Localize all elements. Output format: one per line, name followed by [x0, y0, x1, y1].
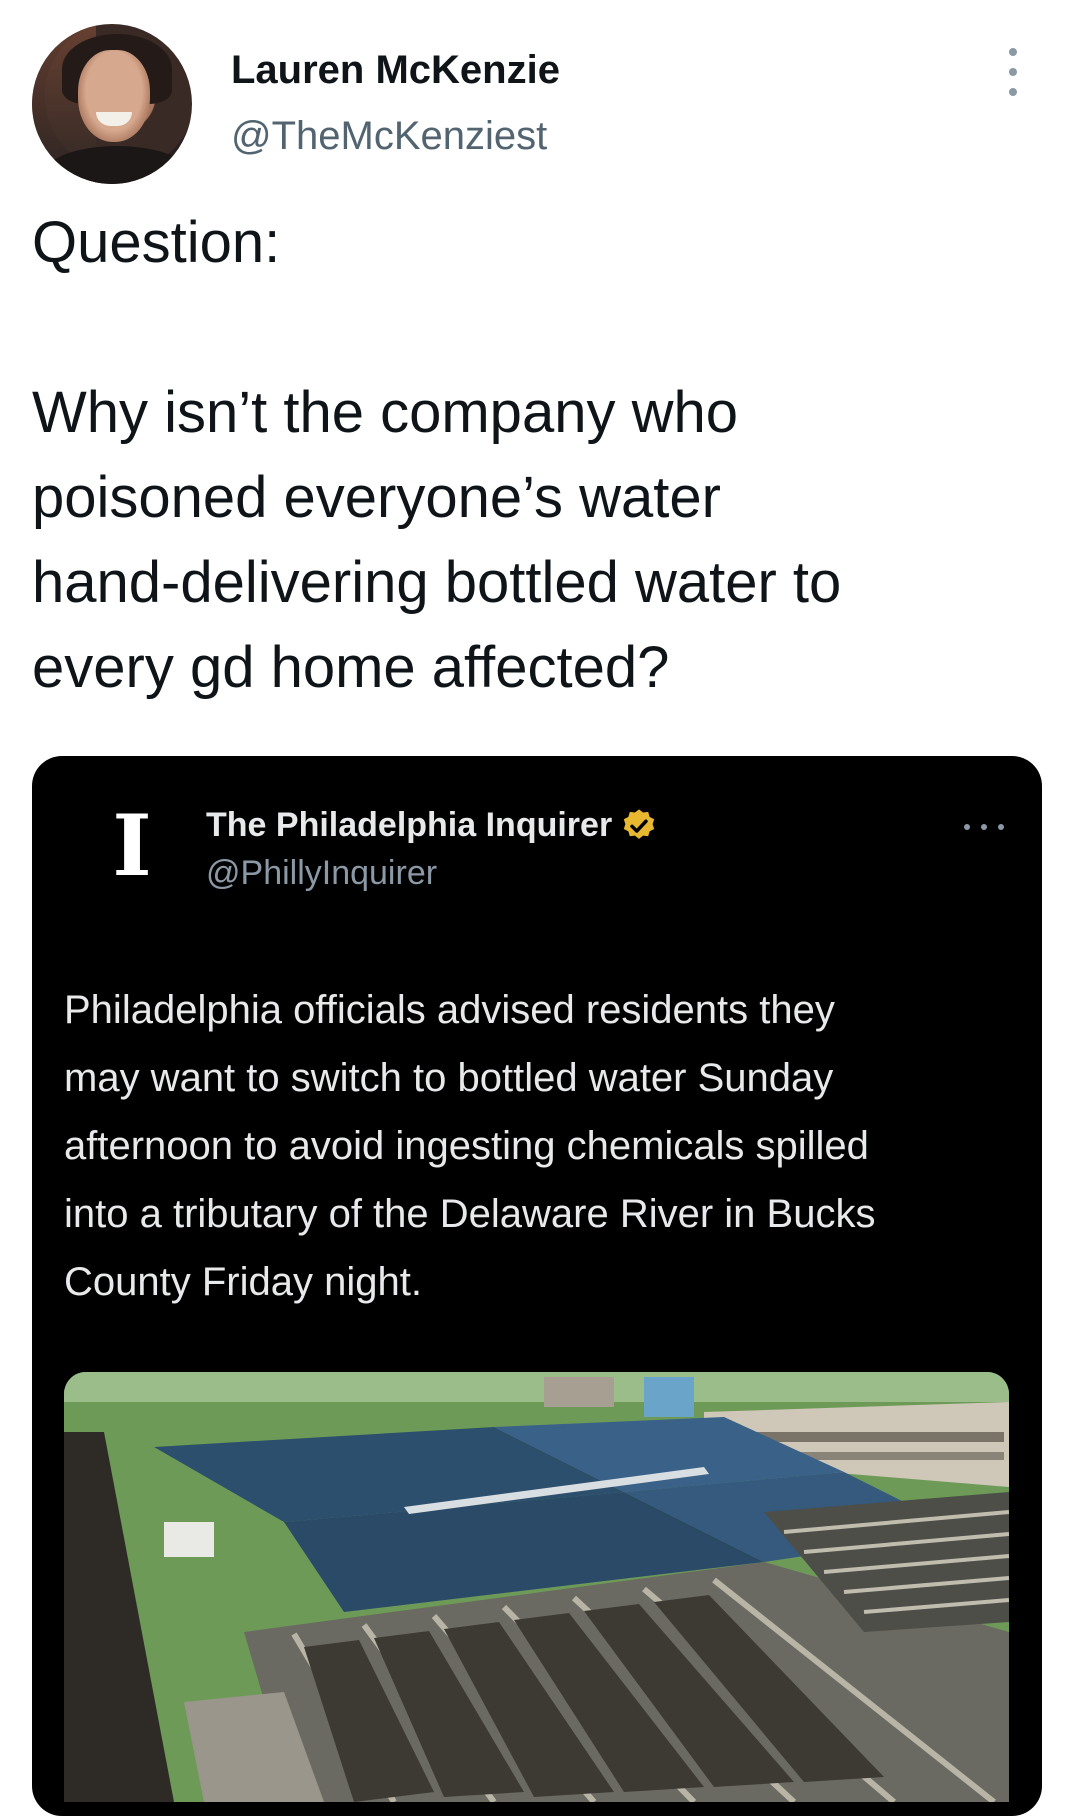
quoted-tweet-text: Philadelphia officials advised residents…	[64, 976, 1024, 1316]
author-handle[interactable]: @TheMcKenziest	[231, 114, 547, 159]
inquirer-logo: I	[112, 796, 152, 895]
quoted-author-handle[interactable]: @PhillyInquirer	[206, 854, 437, 893]
more-options-icon[interactable]	[998, 48, 1028, 96]
quoted-tweet[interactable]: I The Philadelphia Inquirer @PhillyInqui…	[32, 756, 1042, 1816]
quoted-author-name[interactable]: The Philadelphia Inquirer	[206, 806, 612, 845]
tweet: Lauren McKenzie @TheMcKenziest Question:…	[0, 0, 1075, 1816]
quoted-text-line: into a tributary of the Delaware River i…	[64, 1192, 876, 1236]
water-treatment-plant-photo[interactable]	[64, 1372, 1009, 1802]
tweet-text-line: hand-delivering bottled water to	[32, 550, 842, 615]
tweet-text-line: every gd home affected?	[32, 635, 670, 700]
quoted-text-line: afternoon to avoid ingesting chemicals s…	[64, 1124, 869, 1168]
tweet-text-line: Why isn’t the company who	[32, 380, 738, 445]
quoted-text-line: Philadelphia officials advised residents…	[64, 988, 835, 1032]
quoted-text-line: may want to switch to bottled water Sund…	[64, 1056, 834, 1100]
avatar[interactable]	[32, 24, 192, 184]
tweet-text-line: Question:	[32, 210, 281, 275]
quoted-text-line: County Friday night.	[64, 1260, 422, 1304]
quoted-more-icon[interactable]	[964, 822, 1004, 832]
author-name[interactable]: Lauren McKenzie	[231, 48, 560, 93]
tweet-text: Question: Why isn’t the company who pois…	[32, 200, 1042, 710]
quoted-author-row: The Philadelphia Inquirer	[206, 806, 658, 845]
tweet-text-line: poisoned everyone’s water	[32, 465, 721, 530]
verified-badge-icon	[620, 807, 658, 845]
